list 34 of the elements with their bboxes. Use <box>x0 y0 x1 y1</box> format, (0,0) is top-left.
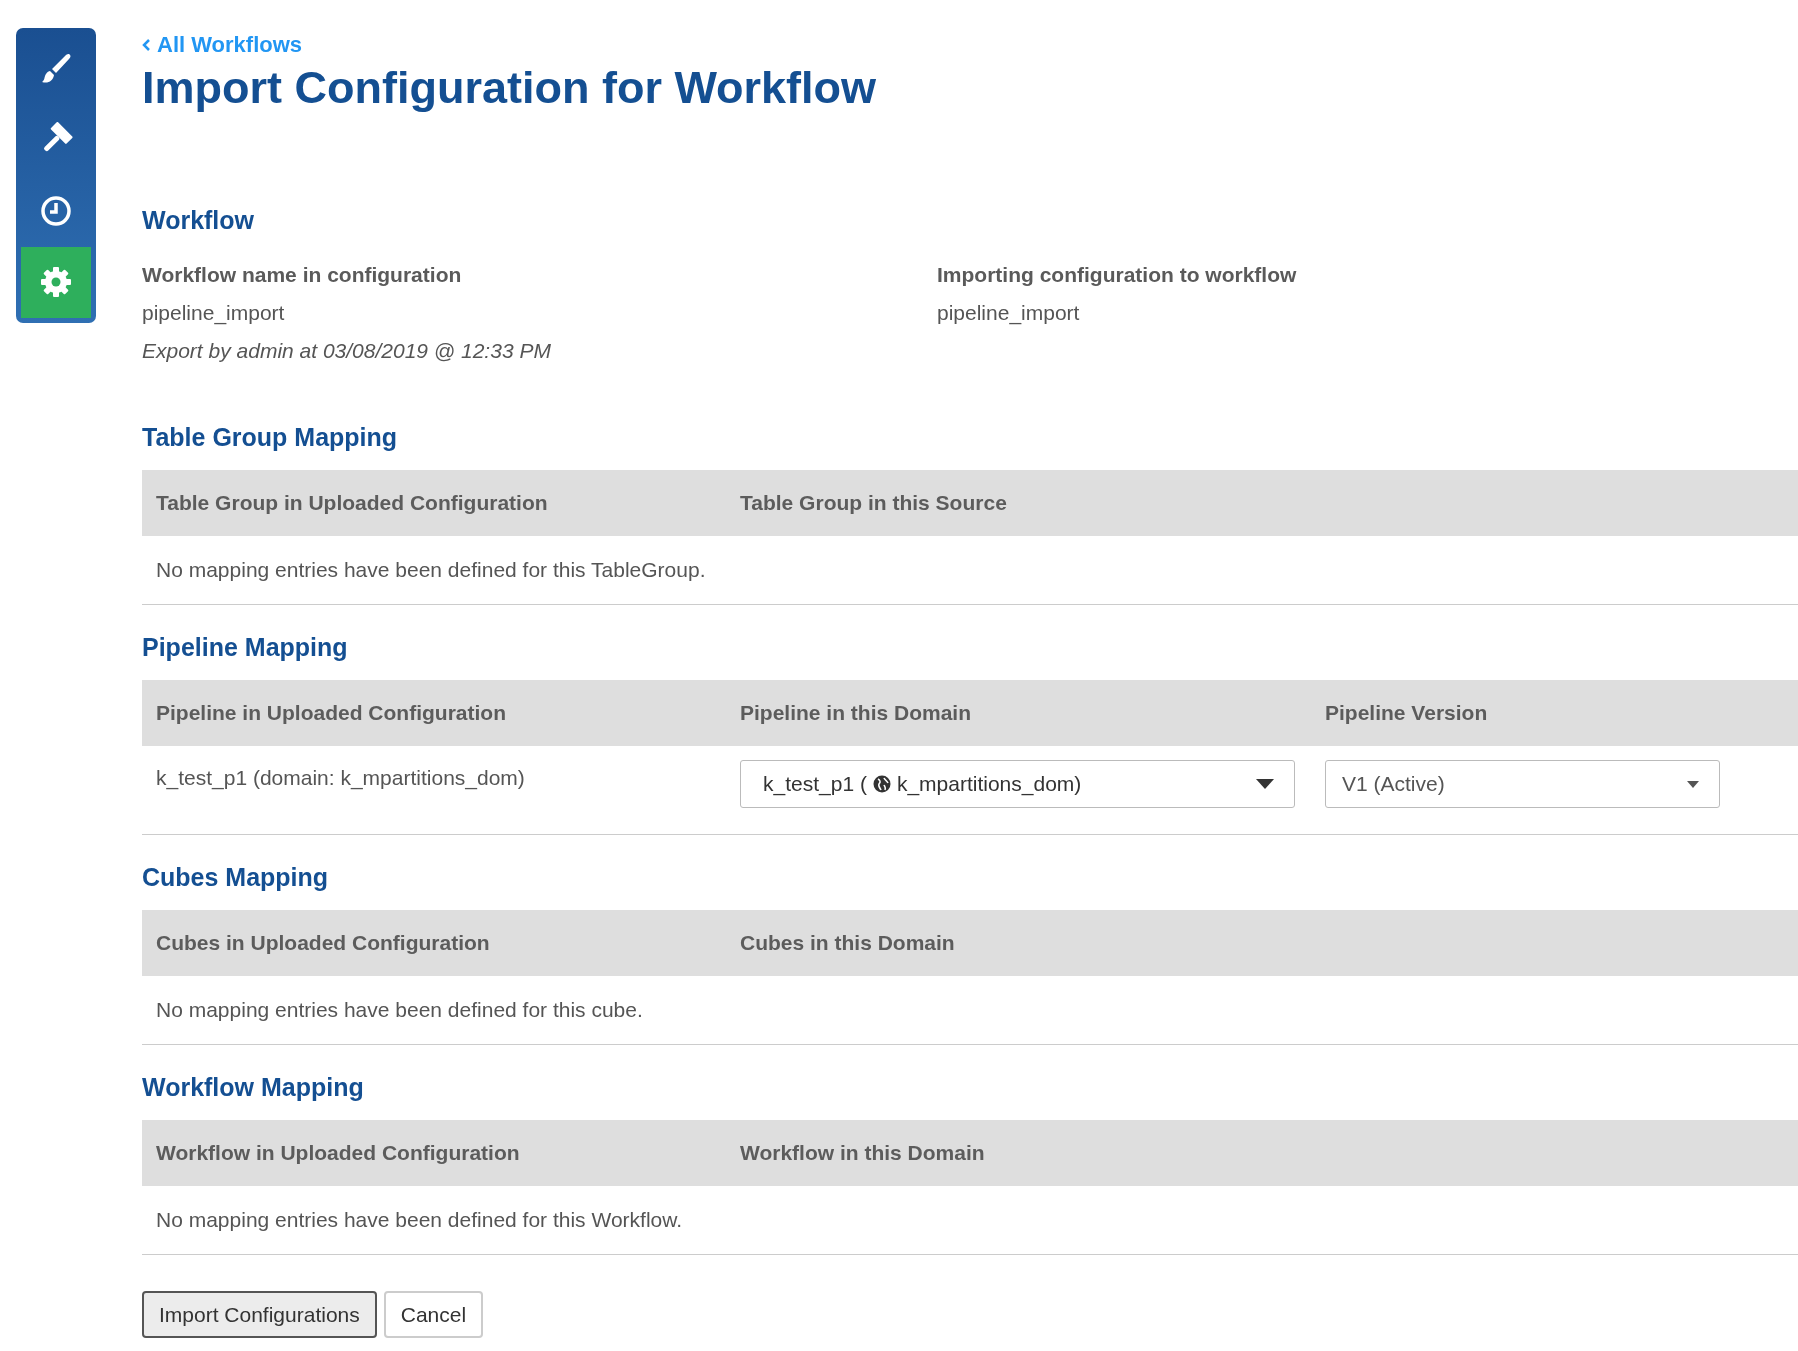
pipeline-select[interactable]: k_test_p1 ( k_mpartitions_dom) <box>740 760 1295 808</box>
export-note: Export by admin at 03/08/2019 @ 12:33 PM <box>142 339 552 363</box>
field-value: pipeline_import <box>937 301 1081 325</box>
empty-message: No mapping entries have been defined for this cube. <box>142 976 1798 1045</box>
field-label: Workflow name in configuration <box>142 263 463 287</box>
column-header: Cubes in this Domain <box>739 931 956 955</box>
empty-message: No mapping entries have been defined for this TableGroup. <box>142 536 1798 605</box>
version-select[interactable]: V1 (Active) <box>1325 760 1720 808</box>
settings-icon <box>39 265 73 300</box>
column-header: Workflow in this Domain <box>739 1141 986 1165</box>
caret-icon <box>1256 779 1274 789</box>
chevron-left-icon <box>142 38 151 52</box>
globe-icon <box>872 775 891 793</box>
section-heading: Workflow Mapping <box>142 1073 365 1102</box>
column-header: Pipeline in this Domain <box>739 701 973 725</box>
table-cell: k_test_p1 (domain: k_mpartitions_dom) <box>156 766 525 789</box>
section-heading: Table Group Mapping <box>142 423 399 452</box>
empty-message: No mapping entries have been defined for this Workflow. <box>142 1186 1798 1255</box>
column-header: Cubes in Uploaded Configuration <box>155 931 491 955</box>
section-heading: Workflow <box>142 206 256 235</box>
column-header: Pipeline Version <box>1324 701 1489 725</box>
clock-icon <box>39 194 73 229</box>
page-title: Import Configuration for Workflow <box>142 62 878 114</box>
section-heading: Cubes Mapping <box>142 863 330 892</box>
field-value: pipeline_import <box>142 301 286 325</box>
action-button[interactable]: Import Configurations <box>142 1291 377 1338</box>
column-header: Pipeline in Uploaded Configuration <box>155 701 507 725</box>
field-label: Importing configuration to workflow <box>937 263 1298 287</box>
action-button[interactable]: Cancel <box>383 1291 484 1338</box>
column-header: Table Group in this Source <box>739 491 1008 515</box>
column-header: Workflow in Uploaded Configuration <box>155 1141 521 1165</box>
caret-icon <box>1687 780 1699 788</box>
section-heading: Pipeline Mapping <box>142 633 349 662</box>
column-header: Table Group in Uploaded Configuration <box>155 491 549 515</box>
